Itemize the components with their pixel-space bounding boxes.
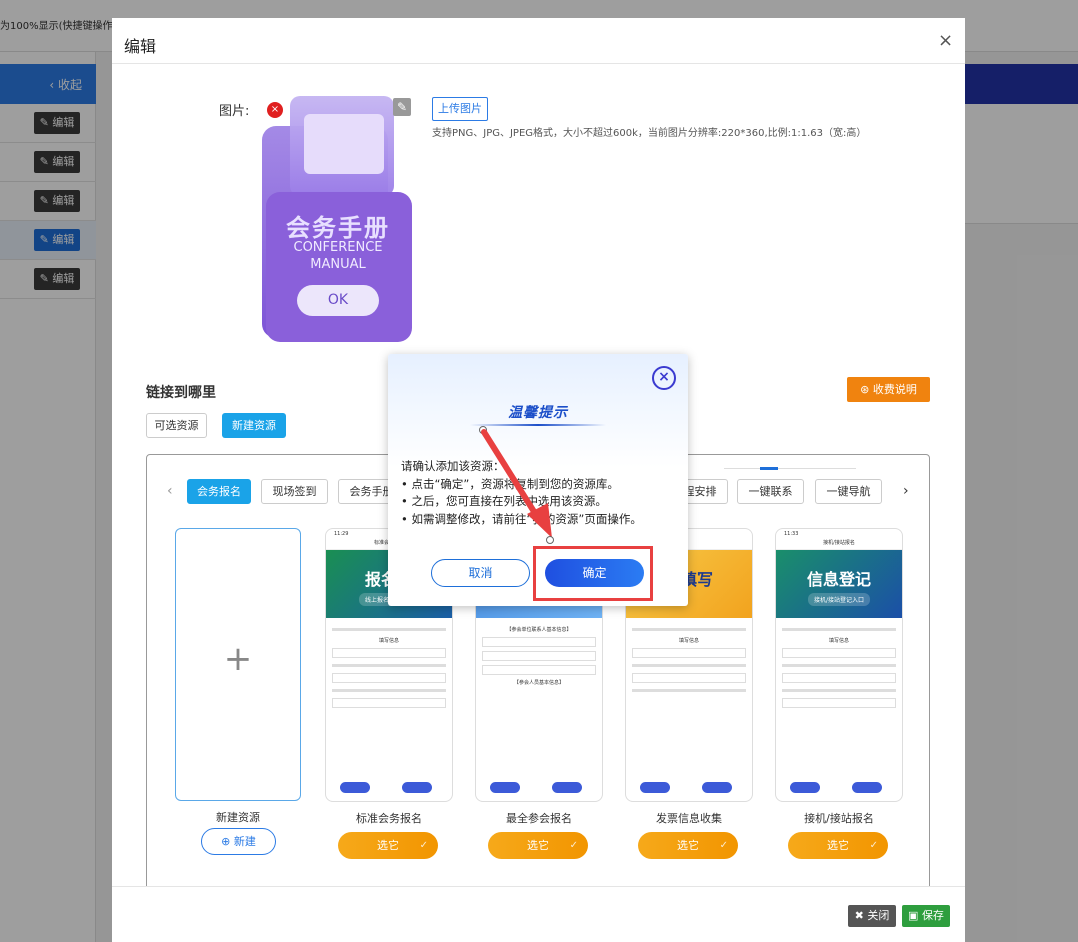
- save-icon: ▣: [908, 909, 922, 922]
- check-icon: ✓: [419, 840, 428, 851]
- upload-hint: 支持PNG、JPG、JPEG格式，大小不超过600k，当前图片分辨率:220*3…: [432, 128, 867, 139]
- check-icon: ✓: [869, 840, 878, 851]
- modal-title: 编辑: [124, 37, 157, 56]
- template-name: 接机/接站报名: [804, 812, 874, 825]
- pick-template-button[interactable]: 选它 ✓: [788, 832, 888, 859]
- cover-ok-badge: OK: [297, 285, 379, 316]
- new-resource-button[interactable]: ⊕ 新建: [201, 828, 276, 855]
- category-tab[interactable]: 一键导航: [815, 479, 882, 504]
- edit-image-icon[interactable]: ✎: [393, 98, 411, 116]
- link-section-title: 链接到哪里: [146, 385, 216, 401]
- tab-optional-resources[interactable]: 可选资源: [146, 413, 207, 438]
- tab-new-resources[interactable]: 新建资源: [222, 413, 286, 438]
- template-name: 最全参会报名: [506, 812, 572, 825]
- new-resource-label: 新建资源: [216, 811, 260, 824]
- message-line: • 之后，您可直接在列表中选用该资源。: [401, 494, 607, 508]
- message-line: • 点击“确定”，资源将复制到您的资源库。: [401, 476, 619, 491]
- close-icon[interactable]: ×: [652, 366, 676, 390]
- pick-template-button[interactable]: 选它 ✓: [338, 832, 438, 859]
- dialog-message: 请确认添加该资源： • 点击“确定”，资源将复制到您的资源库。 • 之后，您可直…: [401, 458, 676, 528]
- fee-info-button[interactable]: ⊛ 收费说明: [847, 377, 930, 402]
- category-tab[interactable]: 一键联系: [737, 479, 804, 504]
- cover-title: 会务手册: [286, 214, 390, 242]
- pick-template-button[interactable]: 选它 ✓: [638, 832, 738, 859]
- chevron-right-icon[interactable]: ›: [903, 483, 909, 499]
- new-resource-card[interactable]: +: [175, 528, 301, 801]
- close-icon[interactable]: ×: [938, 30, 953, 51]
- chevron-left-icon[interactable]: ‹: [167, 483, 173, 499]
- pick-template-button[interactable]: 选它 ✓: [488, 832, 588, 859]
- close-icon: ✖: [854, 909, 868, 922]
- modal-header: 编辑 ×: [112, 18, 965, 64]
- yen-icon: ⊛: [860, 383, 873, 396]
- check-icon: ✓: [719, 840, 728, 851]
- dialog-title: 温馨提示: [508, 405, 568, 421]
- template-banner: 信息登记 接机/接站登记入口: [776, 550, 902, 618]
- modal-footer: ✖ 关闭 ▣ 保存: [112, 886, 965, 942]
- pagination-active-dot: [760, 467, 778, 470]
- cancel-button[interactable]: 取消: [431, 559, 530, 587]
- close-button[interactable]: ✖ 关闭: [848, 905, 896, 927]
- highlight-box: [533, 546, 653, 601]
- plus-icon: +: [223, 639, 253, 679]
- cover-subtitle: MANUAL: [310, 257, 366, 272]
- pagination[interactable]: [724, 467, 856, 478]
- title-underline: [470, 424, 606, 426]
- upload-image-button[interactable]: 上传图片: [432, 97, 488, 121]
- remove-image-icon[interactable]: ×: [267, 102, 283, 118]
- category-tab[interactable]: 现场签到: [261, 479, 328, 504]
- save-button[interactable]: ▣ 保存: [902, 905, 950, 927]
- image-label: 图片:: [219, 104, 250, 119]
- check-icon: ✓: [569, 840, 578, 851]
- template-name: 发票信息收集: [656, 812, 722, 825]
- message-line: 请确认添加该资源：: [401, 459, 505, 473]
- template-name: 标准会务报名: [356, 812, 422, 825]
- template-card[interactable]: 11:33 接机/接站报名 信息登记 接机/接站登记入口 填写信息: [775, 528, 903, 802]
- message-line: • 如需调整修改，请前往“我的资源”页面操作。: [401, 511, 642, 526]
- plus-circle-icon: ⊕: [221, 835, 234, 848]
- category-tab[interactable]: 会务报名: [187, 479, 251, 504]
- cover-subtitle: CONFERENCE: [293, 240, 383, 255]
